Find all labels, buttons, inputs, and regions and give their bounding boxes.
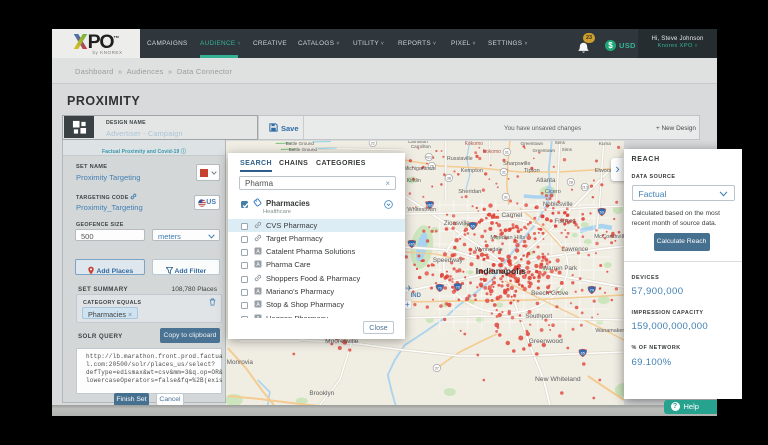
svg-text:37: 37 <box>435 366 440 371</box>
svg-text:Russiaville: Russiaville <box>447 156 473 162</box>
svg-text:IND: IND <box>411 293 422 299</box>
svg-text:Southport: Southport <box>525 313 552 320</box>
svg-text:Beech Grove: Beech Grove <box>531 290 569 297</box>
svg-text:Sims: Sims <box>562 147 573 152</box>
svg-text:Warren Park: Warren Park <box>543 265 578 272</box>
svg-text:Sharpsville: Sharpsville <box>503 161 530 167</box>
svg-text:465: 465 <box>409 242 416 247</box>
svg-text:Sheridan: Sheridan <box>458 189 481 195</box>
svg-text:65: 65 <box>581 351 585 356</box>
svg-text:22: 22 <box>371 141 376 146</box>
svg-text:Meridian Hills: Meridian Hills <box>490 235 525 241</box>
svg-text:Carrollton: Carrollton <box>411 144 431 149</box>
svg-text:Speedway: Speedway <box>433 257 464 264</box>
svg-text:✈: ✈ <box>406 284 413 293</box>
svg-text:New Whiteland: New Whiteland <box>535 376 581 383</box>
svg-text:Zionsville: Zionsville <box>444 220 470 227</box>
svg-text:Tipton: Tipton <box>524 168 540 174</box>
svg-text:421: 421 <box>425 155 432 160</box>
svg-text:Greenwood: Greenwood <box>529 338 563 345</box>
svg-text:28: 28 <box>569 180 574 185</box>
svg-text:Sims: Sims <box>555 141 566 145</box>
svg-text:Battle Ground: Battle Ground <box>286 141 315 146</box>
svg-text:Lawrence: Lawrence <box>561 246 588 253</box>
svg-text:31: 31 <box>504 195 509 200</box>
svg-text:Wynnedale: Wynnedale <box>475 247 503 253</box>
svg-text:38: 38 <box>447 176 452 181</box>
svg-text:Fishers: Fishers <box>554 218 575 225</box>
svg-text:213: 213 <box>581 185 588 190</box>
svg-text:Kempton: Kempton <box>461 168 483 174</box>
svg-text:+: + <box>405 300 410 309</box>
svg-text:Kokomo: Kokomo <box>465 141 484 147</box>
svg-text:Greentown: Greentown <box>533 148 556 153</box>
svg-text:Wanamaker: Wanamaker <box>595 328 624 334</box>
svg-text:Michigantown: Michigantown <box>404 166 436 172</box>
svg-text:Carmel: Carmel <box>501 212 522 219</box>
svg-text:Atlanta: Atlanta <box>536 177 556 184</box>
svg-text:31: 31 <box>502 170 507 175</box>
svg-text:Kirklin: Kirklin <box>407 178 421 184</box>
svg-text:31: 31 <box>505 150 510 155</box>
svg-text:69: 69 <box>600 210 604 215</box>
svg-text:Kuma: Kuma <box>599 141 611 146</box>
svg-text:Greentown: Greentown <box>521 141 544 146</box>
svg-text:Whitestown: Whitestown <box>407 207 436 213</box>
svg-text:Indianapolis: Indianapolis <box>476 266 526 276</box>
svg-text:65: 65 <box>471 224 475 229</box>
svg-text:McCordsville: McCordsville <box>594 234 624 240</box>
svg-text:Noblesville: Noblesville <box>543 201 573 208</box>
svg-text:Kokomo: Kokomo <box>483 149 502 155</box>
svg-text:Battle Ground: Battle Ground <box>289 147 318 152</box>
svg-text:Cicero: Cicero <box>545 189 561 195</box>
